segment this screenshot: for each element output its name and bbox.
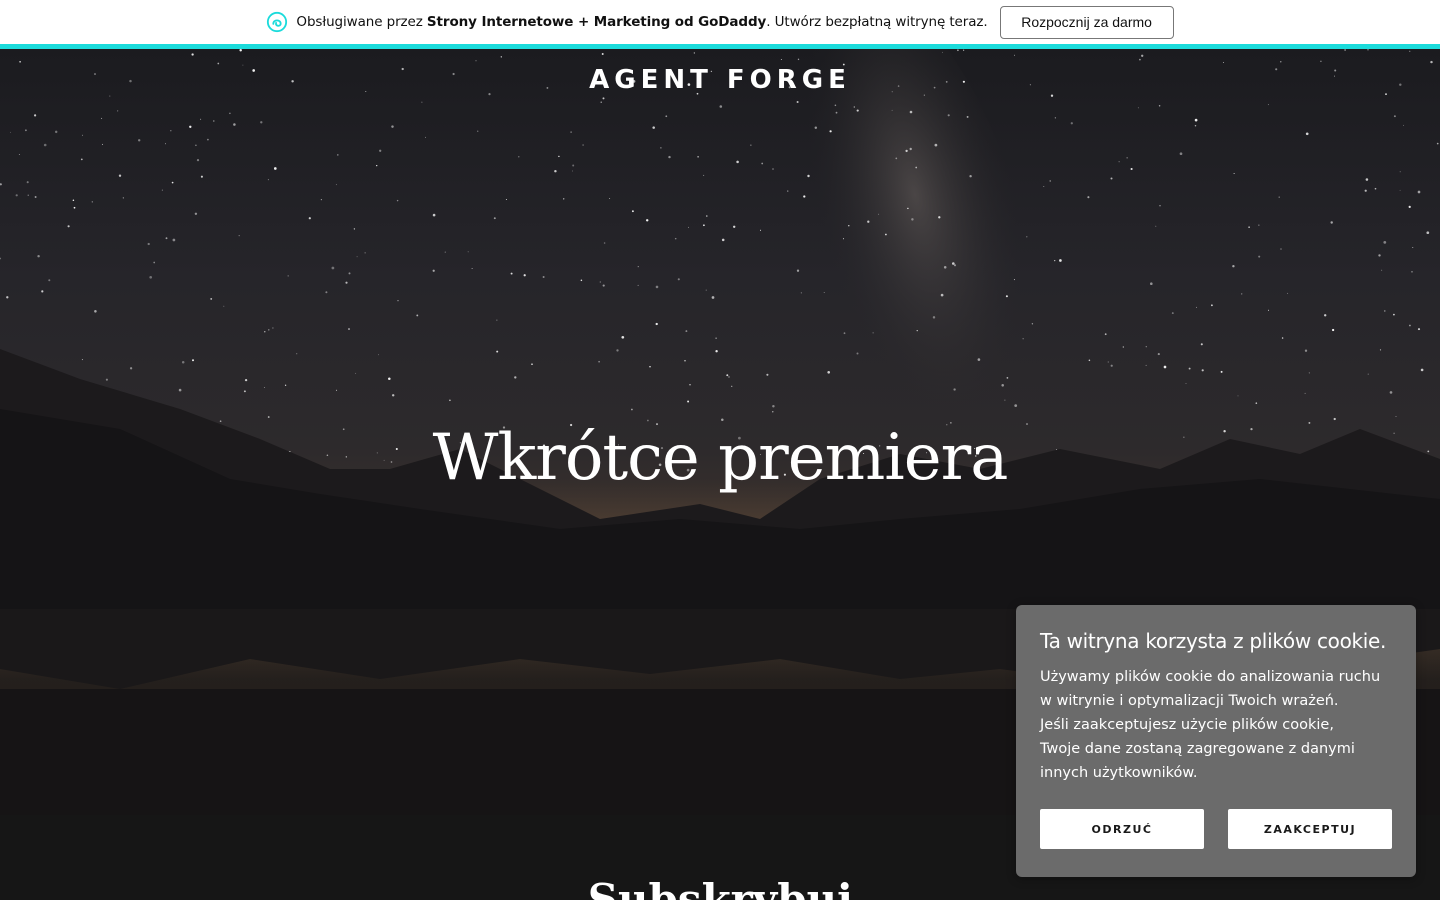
accept-cookies-button[interactable]: ZAAKCEPTUJ (1228, 809, 1392, 849)
cookie-body: Używamy plików cookie do analizowania ru… (1040, 665, 1392, 785)
promo-text: Obsługiwane przez Strony Internetowe + M… (296, 14, 987, 30)
cookie-message: Używamy plików cookie do analizowania ru… (1040, 669, 1381, 781)
hero-title: Wkrótce premiera (432, 421, 1009, 495)
cookie-banner: Ta witryna korzysta z plików cookie. Uży… (1016, 605, 1416, 877)
start-free-button[interactable]: Rozpocznij za darmo (999, 5, 1174, 39)
godaddy-logo-icon (267, 11, 288, 33)
site-brand[interactable]: AGENT FORGE (0, 65, 1440, 95)
promo-bar: Obsługiwane przez Strony Internetowe + M… (0, 0, 1440, 49)
cookie-title: Ta witryna korzysta z plików cookie. (1040, 629, 1387, 653)
cookie-actions: ODRZUĆ ZAAKCEPTUJ (1040, 809, 1392, 849)
promo-prefix: Obsługiwane przez (296, 14, 427, 30)
decline-cookies-button[interactable]: ODRZUĆ (1040, 809, 1204, 849)
promo-brand: Strony Internetowe + Marketing od GoDadd… (426, 14, 767, 30)
promo-suffix: . Utwórz bezpłatną witrynę teraz. (766, 14, 988, 30)
subscribe-title: Subskrybuj (587, 875, 853, 900)
